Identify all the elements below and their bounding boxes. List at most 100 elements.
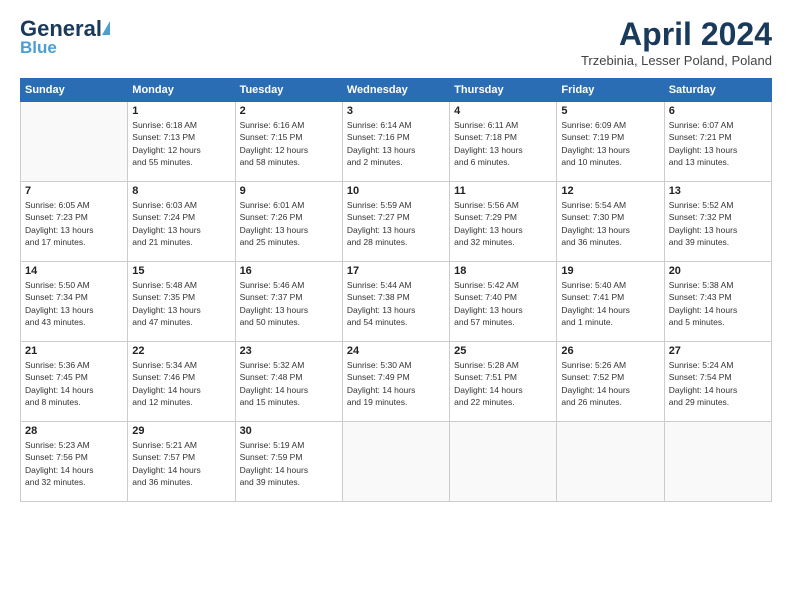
table-row: 21 Sunrise: 5:36 AM Sunset: 7:45 PM Dayli… [21,342,128,422]
table-row: 17Sunrise: 5:44 AM Sunset: 7:38 PM Dayli… [342,262,449,342]
day-info: Sunrise: 6:11 AM Sunset: 7:18 PM Dayligh… [454,119,552,168]
day-number: 7 [25,185,123,197]
day-number: 2 [240,105,338,117]
logo-blue-text: Blue [20,38,57,58]
calendar-week-row: 14 Sunrise: 5:50 AM Sunset: 7:34 PM Dayli… [21,262,772,342]
table-row: 5Sunrise: 6:09 AM Sunset: 7:19 PM Daylig… [557,102,664,182]
day-info: Sunrise: 5:34 AM Sunset: 7:46 PM Dayligh… [132,359,230,408]
day-number: 11 [454,185,552,197]
table-row: 8 Sunrise: 6:03 AM Sunset: 7:24 PM Daylig… [128,182,235,262]
day-info: Sunrise: 5:59 AM Sunset: 7:27 PM Dayligh… [347,199,445,248]
day-info: Sunrise: 5:19 AM Sunset: 7:59 PM Dayligh… [240,439,338,488]
logo: General Blue [20,16,110,58]
day-number: 18 [454,265,552,277]
table-row: 15 Sunrise: 5:48 AM Sunset: 7:35 PM Dayli… [128,262,235,342]
day-info: Sunrise: 5:56 AM Sunset: 7:29 PM Dayligh… [454,199,552,248]
table-row [557,422,664,502]
day-info: Sunrise: 5:26 AM Sunset: 7:52 PM Dayligh… [561,359,659,408]
day-number: 29 [132,425,230,437]
table-row: 28 Sunrise: 5:23 AM Sunset: 7:56 PM Dayli… [21,422,128,502]
col-tuesday: Tuesday [235,79,342,102]
table-row: 27Sunrise: 5:24 AM Sunset: 7:54 PM Dayli… [664,342,771,422]
calendar-header-row: Sunday Monday Tuesday Wednesday Thursday… [21,79,772,102]
day-info: Sunrise: 6:03 AM Sunset: 7:24 PM Dayligh… [132,199,230,248]
day-number: 13 [669,185,767,197]
calendar-week-row: 7 Sunrise: 6:05 AM Sunset: 7:23 PM Daylig… [21,182,772,262]
day-info: Sunrise: 6:01 AM Sunset: 7:26 PM Dayligh… [240,199,338,248]
day-number: 4 [454,105,552,117]
calendar-week-row: 21 Sunrise: 5:36 AM Sunset: 7:45 PM Dayli… [21,342,772,422]
title-block: April 2024 Trzebinia, Lesser Poland, Pol… [581,16,772,68]
day-number: 12 [561,185,659,197]
table-row [342,422,449,502]
day-info: Sunrise: 5:46 AM Sunset: 7:37 PM Dayligh… [240,279,338,328]
day-info: Sunrise: 5:48 AM Sunset: 7:35 PM Dayligh… [132,279,230,328]
table-row: 24Sunrise: 5:30 AM Sunset: 7:49 PM Dayli… [342,342,449,422]
table-row: 6 Sunrise: 6:07 AM Sunset: 7:21 PM Daylig… [664,102,771,182]
day-info: Sunrise: 5:23 AM Sunset: 7:56 PM Dayligh… [25,439,123,488]
table-row: 12 Sunrise: 5:54 AM Sunset: 7:30 PM Dayli… [557,182,664,262]
day-info: Sunrise: 5:44 AM Sunset: 7:38 PM Dayligh… [347,279,445,328]
day-number: 6 [669,105,767,117]
table-row: 1Sunrise: 6:18 AM Sunset: 7:13 PM Daylig… [128,102,235,182]
day-number: 19 [561,265,659,277]
table-row: 26 Sunrise: 5:26 AM Sunset: 7:52 PM Dayli… [557,342,664,422]
day-info: Sunrise: 6:07 AM Sunset: 7:21 PM Dayligh… [669,119,767,168]
table-row: 23 Sunrise: 5:32 AM Sunset: 7:48 PM Dayli… [235,342,342,422]
day-number: 3 [347,105,445,117]
col-monday: Monday [128,79,235,102]
day-number: 14 [25,265,123,277]
day-number: 1 [132,105,230,117]
col-saturday: Saturday [664,79,771,102]
day-info: Sunrise: 5:50 AM Sunset: 7:34 PM Dayligh… [25,279,123,328]
table-row: 18Sunrise: 5:42 AM Sunset: 7:40 PM Dayli… [450,262,557,342]
table-row: 30Sunrise: 5:19 AM Sunset: 7:59 PM Dayli… [235,422,342,502]
header: General Blue April 2024 Trzebinia, Lesse… [20,16,772,68]
col-sunday: Sunday [21,79,128,102]
day-number: 28 [25,425,123,437]
day-info: Sunrise: 5:52 AM Sunset: 7:32 PM Dayligh… [669,199,767,248]
day-number: 16 [240,265,338,277]
day-number: 21 [25,345,123,357]
day-number: 23 [240,345,338,357]
col-wednesday: Wednesday [342,79,449,102]
table-row: 16 Sunrise: 5:46 AM Sunset: 7:37 PM Dayli… [235,262,342,342]
col-friday: Friday [557,79,664,102]
day-number: 20 [669,265,767,277]
day-number: 9 [240,185,338,197]
day-number: 25 [454,345,552,357]
calendar-title: April 2024 [581,16,772,53]
table-row: 13 Sunrise: 5:52 AM Sunset: 7:32 PM Dayli… [664,182,771,262]
table-row: 4 Sunrise: 6:11 AM Sunset: 7:18 PM Daylig… [450,102,557,182]
table-row: 22 Sunrise: 5:34 AM Sunset: 7:46 PM Dayli… [128,342,235,422]
day-number: 5 [561,105,659,117]
table-row: 10 Sunrise: 5:59 AM Sunset: 7:27 PM Dayli… [342,182,449,262]
table-row: 11 Sunrise: 5:56 AM Sunset: 7:29 PM Dayli… [450,182,557,262]
day-info: Sunrise: 5:54 AM Sunset: 7:30 PM Dayligh… [561,199,659,248]
day-info: Sunrise: 6:14 AM Sunset: 7:16 PM Dayligh… [347,119,445,168]
day-info: Sunrise: 5:40 AM Sunset: 7:41 PM Dayligh… [561,279,659,328]
table-row: 29 Sunrise: 5:21 AM Sunset: 7:57 PM Dayli… [128,422,235,502]
day-number: 10 [347,185,445,197]
day-info: Sunrise: 5:21 AM Sunset: 7:57 PM Dayligh… [132,439,230,488]
day-number: 27 [669,345,767,357]
table-row: 9 Sunrise: 6:01 AM Sunset: 7:26 PM Daylig… [235,182,342,262]
table-row: 14 Sunrise: 5:50 AM Sunset: 7:34 PM Dayli… [21,262,128,342]
day-info: Sunrise: 5:38 AM Sunset: 7:43 PM Dayligh… [669,279,767,328]
day-number: 22 [132,345,230,357]
day-info: Sunrise: 6:16 AM Sunset: 7:15 PM Dayligh… [240,119,338,168]
day-info: Sunrise: 5:32 AM Sunset: 7:48 PM Dayligh… [240,359,338,408]
day-number: 26 [561,345,659,357]
table-row: 25 Sunrise: 5:28 AM Sunset: 7:51 PM Dayli… [450,342,557,422]
table-row [450,422,557,502]
day-info: Sunrise: 6:05 AM Sunset: 7:23 PM Dayligh… [25,199,123,248]
calendar-subtitle: Trzebinia, Lesser Poland, Poland [581,53,772,68]
day-number: 15 [132,265,230,277]
day-info: Sunrise: 5:36 AM Sunset: 7:45 PM Dayligh… [25,359,123,408]
day-number: 8 [132,185,230,197]
logo-triangle-icon [102,21,110,35]
page: General Blue April 2024 Trzebinia, Lesse… [0,0,792,612]
calendar-week-row: 1Sunrise: 6:18 AM Sunset: 7:13 PM Daylig… [21,102,772,182]
day-info: Sunrise: 5:28 AM Sunset: 7:51 PM Dayligh… [454,359,552,408]
day-number: 24 [347,345,445,357]
